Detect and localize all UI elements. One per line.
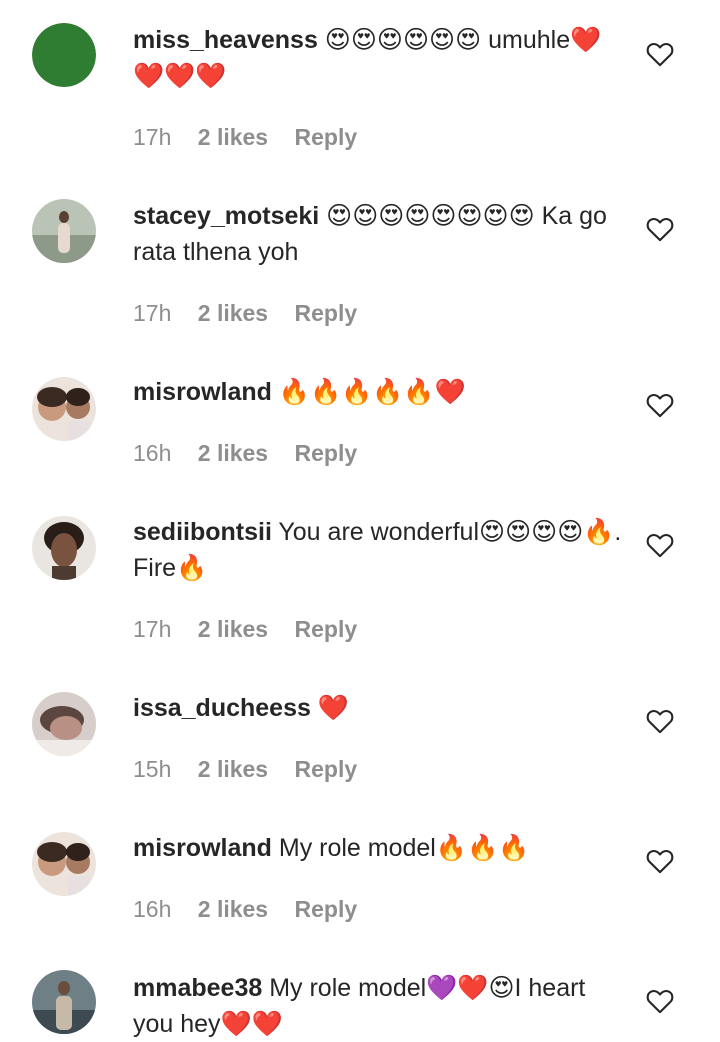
reply-button[interactable]: Reply: [295, 756, 358, 782]
heart-outline-icon[interactable]: [646, 848, 674, 874]
comment-username[interactable]: miss_heavenss: [133, 26, 318, 54]
comment-likes[interactable]: 2 likes: [198, 124, 268, 150]
comment-time: 17h: [133, 300, 172, 326]
reply-button[interactable]: Reply: [295, 896, 358, 922]
comment-likes[interactable]: 2 likes: [198, 300, 268, 326]
comment-likes[interactable]: 2 likes: [198, 896, 268, 922]
heart-outline-icon[interactable]: [646, 216, 674, 242]
comment-likes[interactable]: 2 likes: [198, 756, 268, 782]
comment-time: 17h: [133, 124, 172, 150]
avatar[interactable]: [32, 516, 96, 580]
comment-username[interactable]: misrowland: [133, 834, 272, 862]
comment-time: 16h: [133, 896, 172, 922]
reply-button[interactable]: Reply: [295, 300, 358, 326]
heart-outline-icon[interactable]: [646, 41, 674, 67]
avatar[interactable]: [32, 970, 96, 1034]
avatar[interactable]: [32, 377, 96, 441]
comment-meta: 16h 2 likes Reply: [133, 438, 377, 468]
heart-outline-icon[interactable]: [646, 392, 674, 418]
comment-time: 17h: [133, 616, 172, 642]
avatar[interactable]: [32, 23, 96, 87]
avatar[interactable]: [32, 832, 96, 896]
comment-body: 🔥🔥🔥🔥🔥❤️: [271, 378, 466, 406]
comment-text: misrowland My role model🔥🔥🔥: [133, 830, 623, 866]
reply-button[interactable]: Reply: [295, 440, 358, 466]
reply-button[interactable]: Reply: [295, 124, 358, 150]
comment-text: miss_heavenss 😍😍😍😍😍😍 umuhle❤️❤️❤️❤️: [133, 22, 623, 94]
comment-text: misrowland 🔥🔥🔥🔥🔥❤️: [133, 374, 623, 410]
comment-text: stacey_motseki 😍😍😍😍😍😍😍😍 Ka go rata tlhen…: [133, 198, 623, 270]
comment-meta: 16h 2 likes Reply: [133, 894, 377, 924]
heart-outline-icon[interactable]: [646, 708, 674, 734]
comment-text: sediibontsii You are wonderful😍😍😍😍🔥. Fir…: [133, 514, 623, 586]
comment-username[interactable]: misrowland: [133, 378, 272, 406]
comment-meta: 17h 2 likes Reply: [133, 122, 377, 152]
comment-meta: 15h 2 likes Reply: [133, 754, 377, 784]
comment-meta: 17h 2 likes Reply: [133, 614, 377, 644]
avatar[interactable]: [32, 692, 96, 756]
comment-username[interactable]: sediibontsii: [133, 518, 272, 546]
comment-likes[interactable]: 2 likes: [198, 440, 268, 466]
heart-outline-icon[interactable]: [646, 988, 674, 1014]
comment-body: ❤️: [310, 694, 349, 722]
avatar[interactable]: [32, 199, 96, 263]
comment-username[interactable]: stacey_motseki: [133, 202, 319, 230]
comment-body: My role model🔥🔥🔥: [271, 834, 530, 862]
comment-time: 16h: [133, 440, 172, 466]
heart-outline-icon[interactable]: [646, 532, 674, 558]
comment-time: 15h: [133, 756, 172, 782]
comment-text: issa_ducheess ❤️: [133, 690, 623, 726]
comment-meta: 17h 2 likes Reply: [133, 298, 377, 328]
reply-button[interactable]: Reply: [295, 616, 358, 642]
comment-likes[interactable]: 2 likes: [198, 616, 268, 642]
comment-username[interactable]: mmabee38: [133, 974, 262, 1002]
comment-text: mmabee38 My role model💜❤️😍I heart you he…: [133, 970, 623, 1042]
comment-username[interactable]: issa_ducheess: [133, 694, 311, 722]
